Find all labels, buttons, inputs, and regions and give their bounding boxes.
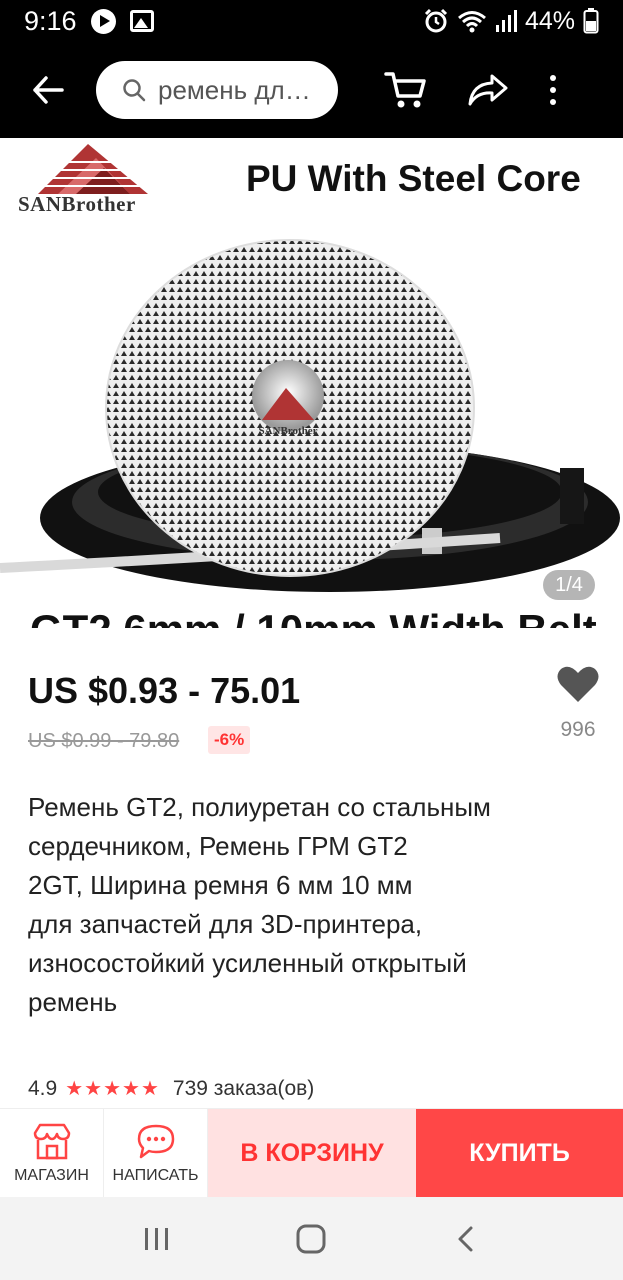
brand-logo	[38, 144, 148, 194]
rating-row[interactable]: 4.9 ★ ★ ★ ★ ★ 739 заказа(ов)	[28, 1076, 314, 1101]
cart-icon	[384, 72, 426, 108]
signal-icon	[495, 10, 517, 32]
star-icon: ★	[65, 1078, 84, 1100]
image-caption: GT2 6mm / 10mm Width Belt	[30, 606, 597, 628]
bottom-action-bar: МАГАЗИН НАПИСАТЬ В КОРЗИНУ КУПИТЬ	[0, 1108, 623, 1198]
share-icon	[468, 74, 508, 106]
orders-count: 739 заказа(ов)	[172, 1076, 315, 1100]
svg-text:SANBrother: SANBrother	[258, 425, 317, 437]
star-icon: ★	[140, 1078, 159, 1100]
alarm-icon	[424, 8, 448, 33]
battery-percent: 44%	[524, 6, 575, 35]
add-to-cart-button[interactable]: В КОРЗИНУ	[208, 1109, 416, 1198]
home-icon	[296, 1224, 326, 1253]
status-time: 9:16	[24, 5, 77, 36]
product-price: US $0.93 - 75.01	[28, 670, 301, 711]
product-title: Ремень GT2, полиуретан со стальным серде…	[28, 792, 491, 1017]
chat-icon	[137, 1124, 174, 1158]
cart-button[interactable]	[376, 60, 436, 120]
store-button[interactable]: МАГАЗИН	[0, 1109, 104, 1198]
more-options-button[interactable]	[538, 60, 568, 120]
belt-roll-image: SANBrother	[0, 239, 620, 592]
wifi-icon	[457, 11, 486, 33]
system-nav-bar	[0, 1197, 623, 1280]
star-icon: ★	[122, 1078, 140, 1100]
top-app-bar: ремень для ремня	[0, 42, 623, 138]
home-button[interactable]	[281, 1209, 341, 1269]
back-arrow-icon	[33, 76, 64, 104]
share-button[interactable]	[458, 60, 518, 120]
image-pager: 1/4	[543, 570, 595, 600]
discount-badge: -6%	[208, 726, 251, 754]
recent-apps-icon	[145, 1227, 169, 1250]
message-button[interactable]: НАПИСАТЬ	[104, 1109, 208, 1198]
rating-stars: ★ ★ ★ ★ ★	[65, 1076, 159, 1101]
message-label: НАПИСАТЬ	[112, 1166, 199, 1184]
chevron-left-icon	[458, 1226, 473, 1251]
original-price: US $0.99 - 79.80	[28, 730, 180, 752]
more-vert-icon	[550, 75, 556, 81]
favorites-count: 996	[560, 718, 596, 741]
heart-icon[interactable]	[556, 664, 600, 704]
store-icon	[33, 1123, 70, 1159]
back-nav-button[interactable]	[436, 1209, 496, 1269]
search-field[interactable]: ремень для ремня	[96, 61, 338, 119]
banner-headline: PU With Steel Core	[246, 158, 581, 199]
battery-icon	[583, 8, 599, 34]
search-icon	[123, 79, 146, 102]
search-query: ремень для ремня	[158, 74, 318, 105]
status-bar: 9:16 44%	[0, 0, 623, 42]
store-label: МАГАЗИН	[14, 1166, 89, 1184]
back-button[interactable]	[18, 60, 78, 120]
star-icon: ★	[84, 1078, 103, 1100]
image-icon	[129, 10, 154, 32]
rating-value: 4.9	[28, 1076, 58, 1100]
recent-apps-button[interactable]	[127, 1209, 187, 1269]
play-icon	[90, 8, 116, 34]
buy-now-button[interactable]: КУПИТЬ	[416, 1109, 623, 1198]
product-image-carousel[interactable]: SANBrother PU With Steel Core SANBrother…	[0, 138, 623, 628]
star-icon: ★	[103, 1078, 122, 1100]
product-info: US $0.93 - 75.01 US $0.99 - 79.80 -6% 99…	[0, 628, 623, 1108]
